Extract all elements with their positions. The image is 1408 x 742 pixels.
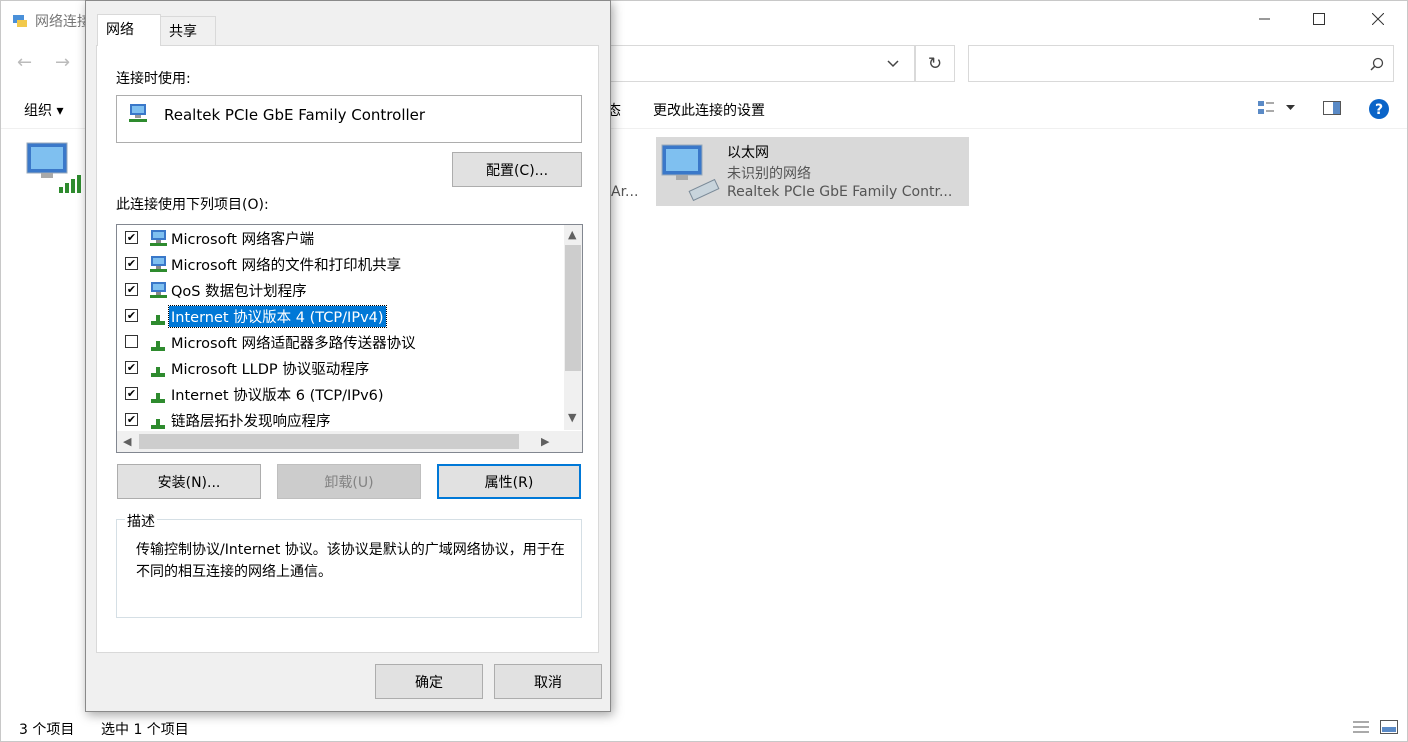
scroll-down-icon[interactable]: ▼	[568, 411, 576, 424]
items-label: 此连接使用下列项目(O):	[116, 197, 269, 213]
network-client-icon	[150, 256, 167, 272]
checkbox[interactable]: ✔	[125, 361, 138, 374]
protocol-icon	[151, 393, 165, 403]
adapter-display-box: Realtek PCIe GbE Family Controller	[116, 95, 582, 143]
list-item[interactable]: ✔ QoS 数据包计划程序	[117, 277, 557, 303]
change-settings-command[interactable]: 更改此连接的设置	[653, 100, 765, 120]
svg-text:?: ?	[1375, 102, 1383, 118]
search-input[interactable]	[968, 45, 1394, 82]
list-item[interactable]: ✔ Microsoft 网络客户端	[117, 225, 557, 251]
view-options-icon[interactable]	[1257, 100, 1275, 116]
preview-pane-icon[interactable]	[1323, 101, 1341, 116]
list-item[interactable]: Microsoft 网络适配器多路传送器协议	[117, 329, 557, 355]
checkbox[interactable]: ✔	[125, 387, 138, 400]
forward-arrow-icon[interactable]: →	[55, 52, 70, 73]
checkbox[interactable]: ✔	[125, 413, 138, 426]
vertical-scroll-thumb[interactable]	[565, 245, 581, 371]
partial-adapter-label: Ar...	[611, 184, 639, 200]
address-bar[interactable]	[607, 45, 915, 82]
refresh-button[interactable]: ↻	[915, 45, 955, 82]
connect-using-label: 连接时使用:	[116, 71, 191, 87]
minimize-button[interactable]	[1242, 1, 1288, 37]
list-item[interactable]: ✔ Microsoft LLDP 协议驱动程序	[117, 355, 557, 381]
minimize-icon	[1259, 18, 1270, 20]
scroll-up-icon[interactable]: ▲	[568, 228, 576, 241]
adapter-device: Realtek PCIe GbE Family Contr...	[727, 184, 953, 200]
tab-sharing[interactable]: 共享	[160, 16, 216, 45]
maximize-icon	[1313, 13, 1325, 25]
uninstall-button[interactable]: 卸载(U)	[277, 464, 421, 499]
ok-button[interactable]: 确定	[375, 664, 483, 699]
details-view-icon[interactable]	[1352, 720, 1370, 735]
checkbox[interactable]: ✔	[125, 231, 138, 244]
configure-button[interactable]: 配置(C)...	[452, 152, 582, 187]
list-item-selected[interactable]: ✔ Internet 协议版本 4 (TCP/IPv4)	[117, 303, 557, 329]
tab-network[interactable]: 网络	[97, 14, 161, 46]
install-button[interactable]: 安装(N)...	[117, 464, 261, 499]
search-icon	[1370, 57, 1384, 71]
horizontal-scroll-thumb[interactable]	[139, 434, 519, 449]
network-client-icon	[150, 230, 167, 246]
components-list[interactable]: ✔ Microsoft 网络客户端 ✔ Microsoft 网络的文件和打印机共…	[116, 224, 583, 453]
list-item[interactable]: ✔ Microsoft 网络的文件和打印机共享	[117, 251, 557, 277]
adapter-name-text: Realtek PCIe GbE Family Controller	[164, 106, 426, 124]
checkbox[interactable]: ✔	[125, 283, 138, 296]
protocol-icon	[151, 367, 165, 377]
window-title: 网络连接	[35, 14, 91, 30]
protocol-icon	[151, 341, 165, 351]
protocol-icon	[151, 419, 165, 429]
scrollbar-corner	[564, 431, 582, 452]
checkbox[interactable]	[125, 335, 138, 348]
selected-count: 选中 1 个项目	[101, 722, 189, 738]
refresh-icon: ↻	[927, 53, 943, 74]
view-dropdown-icon[interactable]	[1286, 105, 1296, 111]
large-icons-view-icon[interactable]	[1380, 720, 1398, 735]
ethernet-properties-dialog: 网络 共享 连接时使用: Realtek PCIe GbE Family Con…	[85, 0, 611, 712]
back-arrow-icon[interactable]: ←	[17, 52, 32, 73]
close-button[interactable]	[1355, 1, 1401, 37]
close-icon	[1372, 13, 1384, 25]
description-text: 传输控制协议/Internet 协议。该协议是默认的广域网络协议，用于在不同的相…	[136, 542, 565, 580]
maximize-button[interactable]	[1296, 1, 1342, 37]
horizontal-scrollbar[interactable]: ◀ ▶	[117, 431, 566, 452]
wifi-adapter-icon[interactable]	[23, 139, 85, 197]
scroll-right-icon[interactable]: ▶	[541, 435, 549, 448]
network-folder-icon	[13, 15, 27, 27]
description-group: 描述 传输控制协议/Internet 协议。该协议是默认的广域网络协议，用于在不…	[116, 511, 582, 618]
vertical-scrollbar[interactable]: ▲ ▼	[564, 225, 582, 430]
checkbox[interactable]: ✔	[125, 257, 138, 270]
network-tab-panel: 连接时使用: Realtek PCIe GbE Family Controlle…	[96, 45, 599, 653]
list-item[interactable]: ✔ 链路层拓扑发现响应程序	[117, 407, 557, 433]
list-item[interactable]: ✔ Internet 协议版本 6 (TCP/IPv6)	[117, 381, 557, 407]
scroll-left-icon[interactable]: ◀	[123, 435, 131, 448]
ethernet-adapter-item[interactable]: 以太网 未识别的网络 Realtek PCIe GbE Family Contr…	[656, 137, 969, 206]
organize-menu[interactable]: 组织 ▾	[24, 100, 63, 120]
status-bar: 3 个项目 选中 1 个项目	[1, 715, 1407, 741]
checkbox[interactable]: ✔	[125, 309, 138, 322]
help-icon[interactable]: ?	[1368, 98, 1390, 120]
adapter-status: 未识别的网络	[727, 166, 811, 182]
protocol-icon	[151, 315, 165, 325]
adapter-name: 以太网	[727, 145, 769, 161]
network-adapter-icon	[129, 104, 147, 122]
ethernet-adapter-icon	[661, 144, 720, 201]
item-count: 3 个项目	[19, 722, 75, 738]
description-legend: 描述	[125, 511, 157, 531]
network-client-icon	[150, 282, 167, 298]
cancel-button[interactable]: 取消	[494, 664, 602, 699]
properties-button[interactable]: 属性(R)	[437, 464, 581, 499]
chevron-down-icon[interactable]	[887, 59, 899, 69]
